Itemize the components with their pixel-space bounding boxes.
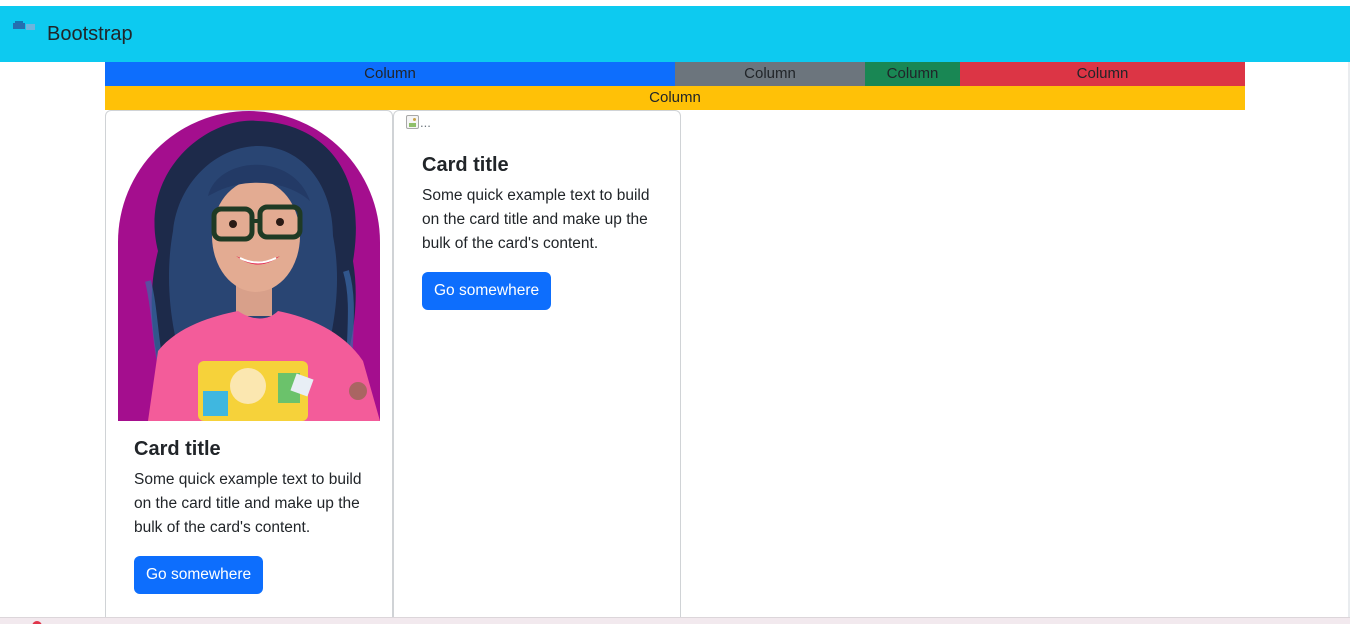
broken-image: ... bbox=[406, 113, 431, 131]
card-body: Card title Some quick example text to bu… bbox=[134, 435, 374, 594]
card-text: Some quick example text to build on the … bbox=[422, 187, 650, 252]
card-broken-image: ... Card title Some quick example text t… bbox=[393, 110, 681, 624]
broken-image-icon bbox=[406, 115, 419, 129]
card-title: Card title bbox=[422, 154, 509, 176]
taskbar-strip bbox=[0, 617, 1350, 624]
grid-row-1: Column Column Column Column bbox=[105, 62, 1245, 86]
grid-column-blue: Column bbox=[105, 62, 675, 86]
go-somewhere-button[interactable]: Go somewhere bbox=[422, 272, 552, 310]
navbar-brand[interactable]: Bootstrap bbox=[12, 6, 133, 62]
bootstrap-logo-icon bbox=[12, 17, 42, 41]
card-with-image: Card title Some quick example text to bu… bbox=[105, 110, 393, 624]
grid-column-gray: Column bbox=[675, 62, 865, 86]
brand-text: Bootstrap bbox=[47, 23, 133, 45]
grid-column-yellow: Column bbox=[105, 86, 1245, 110]
card-body: Card title Some quick example text to bu… bbox=[422, 151, 662, 310]
image-alt-text: ... bbox=[420, 114, 431, 130]
card-image-portrait bbox=[118, 111, 380, 421]
card-title: Card title bbox=[134, 438, 221, 460]
card-text: Some quick example text to build on the … bbox=[134, 471, 362, 536]
navbar: Bootstrap bbox=[0, 6, 1350, 62]
grid-column-red: Column bbox=[960, 62, 1245, 86]
grid-column-green: Column bbox=[865, 62, 960, 86]
go-somewhere-button[interactable]: Go somewhere bbox=[134, 556, 264, 594]
